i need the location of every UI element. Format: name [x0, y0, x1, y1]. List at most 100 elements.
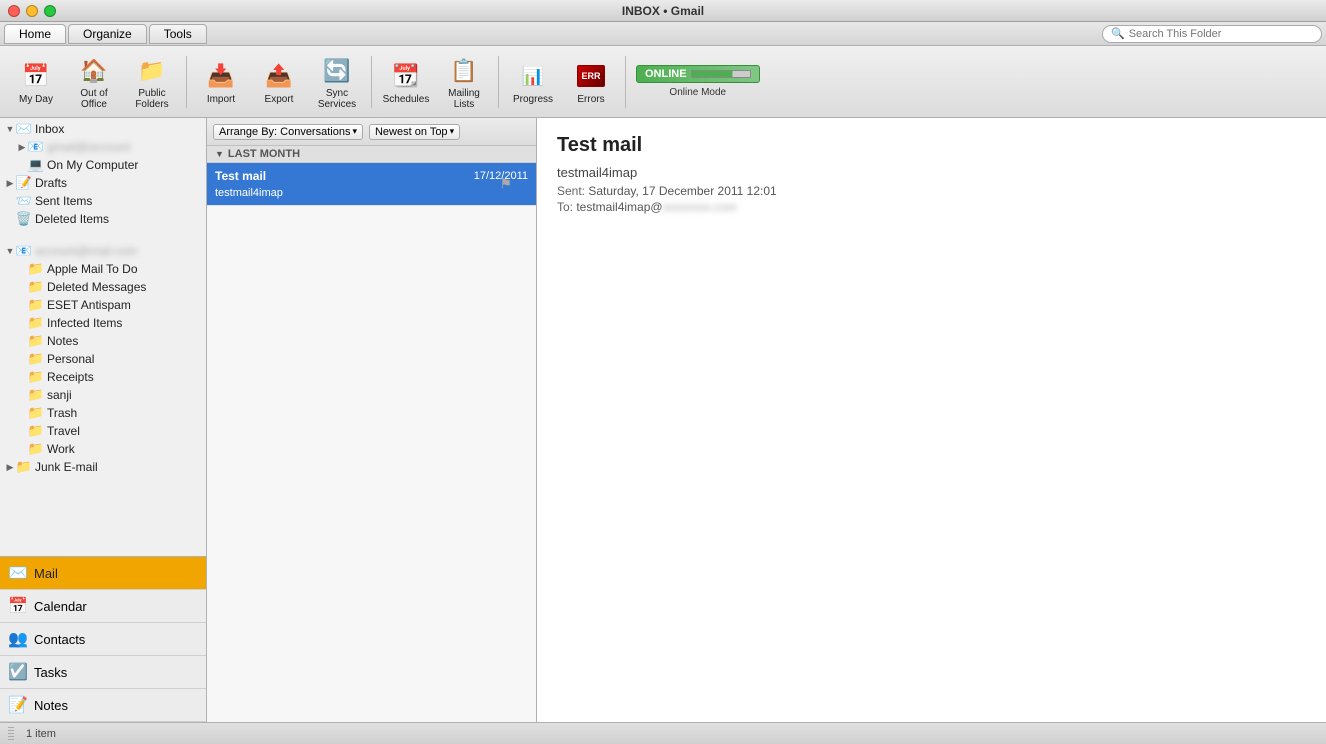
sidebar-item-sanji[interactable]: 📁 sanji — [0, 386, 206, 404]
expand-icon: ▼ — [4, 246, 16, 256]
message-subject: Test mail — [215, 169, 266, 183]
sidebar-item-label: Infected Items — [47, 316, 202, 330]
online-mode-label: Online Mode — [669, 87, 726, 98]
window-controls[interactable] — [8, 5, 56, 17]
tab-organize[interactable]: Organize — [68, 24, 147, 44]
online-progress-bar — [691, 70, 751, 78]
errors-button[interactable]: ERR Errors — [563, 52, 619, 112]
arrange-by-dropdown[interactable]: Arrange By: Conversations ▾ — [213, 124, 363, 140]
tab-home[interactable]: Home — [4, 24, 66, 44]
message-list-panel: Arrange By: Conversations ▾ Newest on To… — [207, 118, 537, 722]
sidebar-item-drafts[interactable]: ▶ 📝 Drafts — [0, 174, 206, 192]
window-title: INBOX • Gmail — [622, 4, 704, 18]
progress-label: Progress — [513, 94, 553, 105]
sort-label: Newest on Top — [375, 126, 448, 138]
search-input[interactable] — [1129, 28, 1313, 40]
arrange-by-label: Arrange By: Conversations — [219, 126, 350, 138]
folder-icon: 📁 — [28, 261, 44, 277]
public-folders-icon: 📁 — [136, 56, 168, 86]
import-icon: 📥 — [205, 60, 237, 92]
message-item[interactable]: Test mail 17/12/2011 testmail4imap ⚑ — [207, 163, 536, 206]
group-label: LAST MONTH — [228, 148, 300, 160]
my-day-button[interactable]: 📅 My Day — [8, 52, 64, 112]
progress-button[interactable]: 📊 Progress — [505, 52, 561, 112]
folder-icon: 📁 — [28, 405, 44, 421]
sidebar-item-label: Travel — [47, 424, 202, 438]
sync-services-icon: 🔄 — [321, 56, 353, 86]
sidebar-item-label: Drafts — [35, 176, 202, 190]
tab-tools[interactable]: Tools — [149, 24, 207, 44]
out-of-office-label: Out of Office — [68, 88, 120, 110]
folder-icon: 📁 — [28, 387, 44, 403]
flag-icon: ⚑ — [499, 176, 512, 193]
folder-icon: 📁 — [28, 333, 44, 349]
sidebar-item-label: On My Computer — [47, 158, 202, 172]
sidebar-item-apple-mail[interactable]: 📁 Apple Mail To Do — [0, 260, 206, 278]
schedules-button[interactable]: 📆 Schedules — [378, 52, 434, 112]
maximize-button[interactable] — [44, 5, 56, 17]
nav-item-notes[interactable]: 📝 Notes — [0, 689, 206, 722]
online-status-text: ONLINE — [645, 68, 687, 80]
close-button[interactable] — [8, 5, 20, 17]
nav-item-contacts[interactable]: 👥 Contacts — [0, 623, 206, 656]
sidebar-item-label: Deleted Messages — [47, 280, 202, 294]
to-label: To: — [557, 200, 576, 214]
sidebar-item-on-my-computer[interactable]: 💻 On My Computer — [0, 156, 206, 174]
sidebar-item-label: Apple Mail To Do — [47, 262, 202, 276]
sidebar-item-sent-items[interactable]: 📨 Sent Items — [0, 192, 206, 210]
mailing-lists-button[interactable]: 📋 Mailing Lists — [436, 52, 492, 112]
computer-icon: 💻 — [28, 157, 44, 173]
sidebar-item-label: Sent Items — [35, 194, 202, 208]
sidebar-item-eset[interactable]: 📁 ESET Antispam — [0, 296, 206, 314]
import-label: Import — [207, 94, 235, 105]
ribbon-sep-2 — [371, 56, 372, 108]
sidebar-item-account2[interactable]: ▼ 📧 account@mail.com — [0, 242, 206, 260]
expand-icon: ▶ — [4, 462, 16, 473]
preview-to-domain: xxxxxxxx.com — [663, 200, 737, 214]
sync-services-button[interactable]: 🔄 Sync Services — [309, 52, 365, 112]
title-bar: INBOX • Gmail — [0, 0, 1326, 22]
status-grip — [8, 727, 14, 741]
nav-item-calendar[interactable]: 📅 Calendar — [0, 590, 206, 623]
online-mode-widget[interactable]: ONLINE Online Mode — [632, 61, 764, 102]
sidebar-item-infected[interactable]: 📁 Infected Items — [0, 314, 206, 332]
nav-bar: ✉️ Mail 📅 Calendar 👥 Contacts ☑️ Tasks 📝… — [0, 556, 206, 722]
arrange-by-chevron: ▾ — [352, 126, 357, 137]
sidebar-item-trash[interactable]: 📁 Trash — [0, 404, 206, 422]
nav-item-label: Notes — [34, 698, 68, 713]
sidebar-item-travel[interactable]: 📁 Travel — [0, 422, 206, 440]
sidebar-item-work[interactable]: 📁 Work — [0, 440, 206, 458]
public-folders-button[interactable]: 📁 Public Folders — [124, 52, 180, 112]
sidebar-item-gmail[interactable]: ▶ 📧 gmail@account — [0, 138, 206, 156]
minimize-button[interactable] — [26, 5, 38, 17]
out-of-office-icon: 🏠 — [78, 56, 110, 86]
sidebar-item-receipts[interactable]: 📁 Receipts — [0, 368, 206, 386]
main-layout: ▼ ✉️ Inbox ▶ 📧 gmail@account 💻 On My Com… — [0, 118, 1326, 722]
sidebar-item-label: Deleted Items — [35, 212, 202, 226]
sidebar-item-deleted-messages[interactable]: 📁 Deleted Messages — [0, 278, 206, 296]
import-button[interactable]: 📥 Import — [193, 52, 249, 112]
nav-item-mail[interactable]: ✉️ Mail — [0, 557, 206, 590]
schedules-label: Schedules — [383, 94, 430, 105]
export-label: Export — [265, 94, 294, 105]
search-bar[interactable]: 🔍 — [1102, 25, 1322, 43]
export-button[interactable]: 📤 Export — [251, 52, 307, 112]
sidebar-item-label: Notes — [47, 334, 202, 348]
sidebar-item-label: sanji — [47, 388, 202, 402]
notes-nav-icon: 📝 — [8, 695, 28, 715]
sidebar-item-inbox[interactable]: ▼ ✉️ Inbox — [0, 120, 206, 138]
sidebar-item-notes[interactable]: 📁 Notes — [0, 332, 206, 350]
sort-dropdown[interactable]: Newest on Top ▾ — [369, 124, 460, 140]
out-of-office-button[interactable]: 🏠 Out of Office — [66, 52, 122, 112]
folder-icon: 📁 — [28, 369, 44, 385]
group-arrow: ▼ — [215, 149, 224, 159]
folder-icon: 📁 — [28, 279, 44, 295]
sidebar-item-label: ESET Antispam — [47, 298, 202, 312]
sidebar-item-deleted-items[interactable]: 🗑️ Deleted Items — [0, 210, 206, 228]
sidebar-item-personal[interactable]: 📁 Personal — [0, 350, 206, 368]
sidebar-tree: ▼ ✉️ Inbox ▶ 📧 gmail@account 💻 On My Com… — [0, 118, 206, 556]
sidebar-item-junk[interactable]: ▶ 📁 Junk E-mail — [0, 458, 206, 476]
status-bar: 1 item — [0, 722, 1326, 744]
nav-item-tasks[interactable]: ☑️ Tasks — [0, 656, 206, 689]
tree-spacer — [0, 228, 206, 242]
